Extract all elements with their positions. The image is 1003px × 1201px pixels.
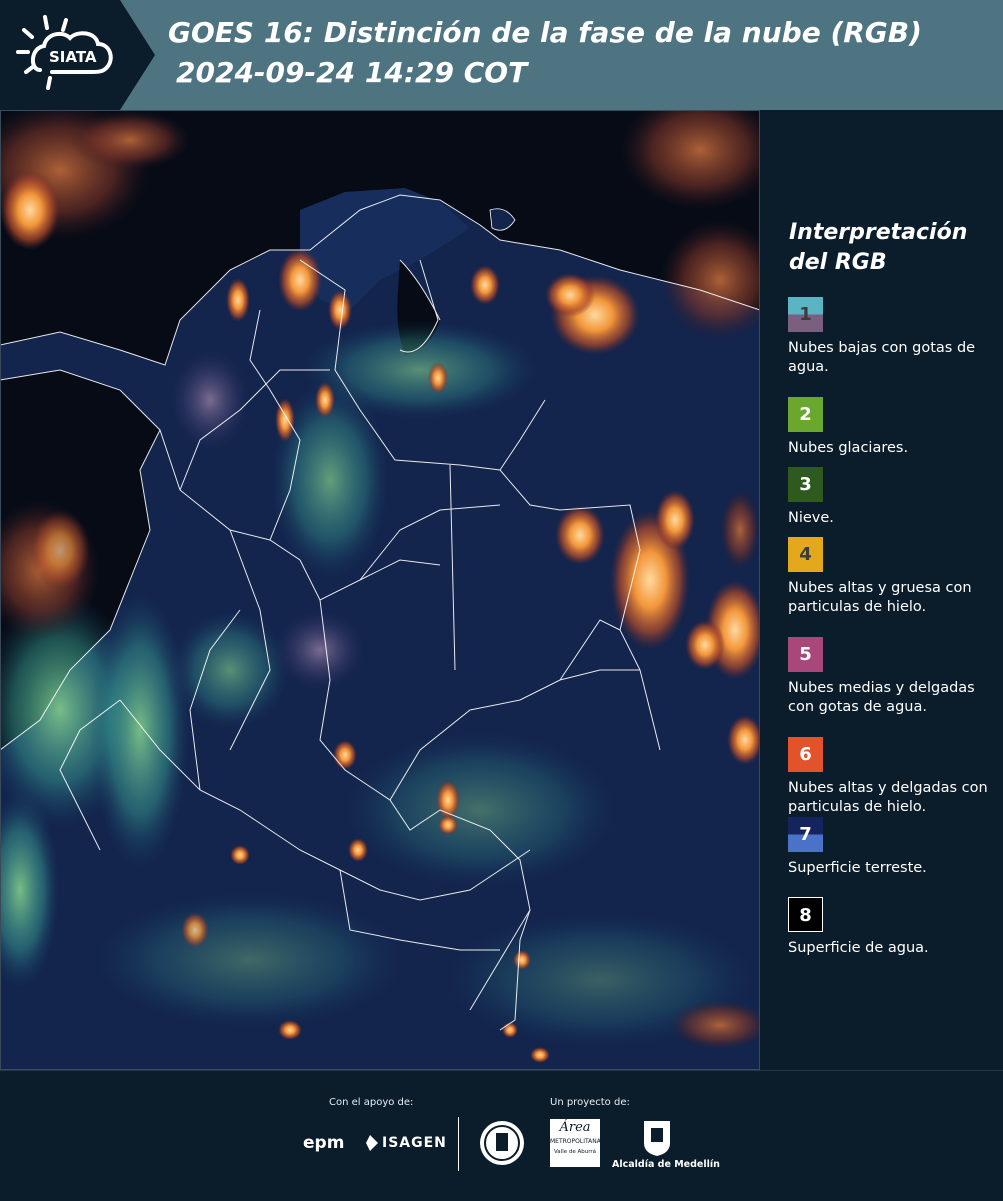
legend-swatch-number: 1: [799, 304, 812, 325]
footer-divider: [458, 1117, 459, 1171]
area-metro-sub: METROPOLITANA: [550, 1138, 601, 1145]
rgb-legend: Interpretación del RGB 1 Nubes bajas con …: [760, 110, 1003, 1070]
legend-swatch-number: 3: [799, 474, 812, 495]
satellite-map: [0, 110, 760, 1070]
area-metro-text: Área: [559, 1120, 591, 1135]
legend-item-8: 8 Superficie de agua.: [788, 897, 998, 958]
legend-title-line2: del RGB: [789, 250, 887, 275]
logo-text: SIATA: [49, 48, 97, 66]
legend-swatch: 3: [788, 467, 823, 502]
legend-swatch: 5: [788, 637, 823, 672]
alcaldia-label: Alcaldía de Medellín: [612, 1159, 720, 1170]
legend-swatch-number: 8: [799, 905, 812, 926]
legend-swatch-number: 4: [799, 544, 812, 565]
legend-swatch: 4: [788, 537, 823, 572]
legend-item-label: Superficie de agua.: [788, 940, 929, 956]
legend-title-line1: Interpretación: [789, 220, 968, 245]
legend-swatch-number: 5: [799, 644, 812, 665]
area-metro-sub2: Valle de Aburrá: [553, 1149, 597, 1155]
legend-item-label: Superficie terreste.: [788, 860, 927, 876]
legend-item-label: Nubes altas y gruesa con particulas de h…: [788, 580, 972, 615]
page-timestamp: 2024-09-24 14:29 COT: [176, 56, 528, 89]
support-label: Con el apoyo de:: [329, 1097, 414, 1108]
legend-item-5: 5 Nubes medias y delgadas con gotas de ag…: [788, 637, 998, 717]
legend-item-2: 2 Nubes glaciares.: [788, 397, 998, 458]
header-bar: SIATA GOES 16: Distinción de la fase de …: [0, 0, 1003, 110]
legend-title: Interpretación del RGB: [789, 218, 989, 278]
epm-logo: epm: [303, 1133, 345, 1153]
legend-swatch-number: 2: [799, 404, 812, 425]
siata-logo: SIATA: [0, 0, 155, 110]
legend-item-7: 7 Superficie terreste.: [788, 817, 998, 878]
area-metropolitana-logo: Área METROPOLITANA Valle de Aburrá: [550, 1119, 601, 1167]
legend-swatch-number: 6: [799, 744, 812, 765]
legend-swatch: 1: [788, 297, 823, 332]
legend-swatch: 7: [788, 817, 823, 852]
isagen-logo: [360, 1133, 380, 1157]
medellin-seal-logo: [478, 1119, 526, 1171]
legend-swatch: 2: [788, 397, 823, 432]
legend-swatch: 8: [788, 897, 823, 932]
page-title: GOES 16: Distinción de la fase de la nub…: [168, 16, 922, 49]
legend-item-label: Nubes medias y delgadas con gotas de agu…: [788, 680, 975, 715]
legend-item-label: Nubes bajas con gotas de agua.: [788, 340, 976, 375]
legend-item-label: Nubes glaciares.: [788, 440, 909, 456]
legend-item-label: Nieve.: [788, 510, 834, 526]
legend-swatch: 6: [788, 737, 823, 772]
isagen-logo-text: ISAGEN: [382, 1135, 447, 1151]
footer: Con el apoyo de: Un proyecto de: epm ISA…: [0, 1070, 1003, 1201]
legend-item-6: 6 Nubes altas y delgadas con particulas d…: [788, 737, 998, 817]
legend-item-label: Nubes altas y delgadas con particulas de…: [788, 780, 988, 815]
project-label: Un proyecto de:: [550, 1097, 630, 1108]
legend-item-4: 4 Nubes altas y gruesa con particulas de …: [788, 537, 998, 617]
legend-item-1: 1 Nubes bajas con gotas de agua.: [788, 297, 998, 377]
legend-item-3: 3 Nieve.: [788, 467, 998, 528]
alcaldia-shield-logo: [642, 1119, 672, 1161]
legend-swatch-number: 7: [799, 824, 812, 845]
